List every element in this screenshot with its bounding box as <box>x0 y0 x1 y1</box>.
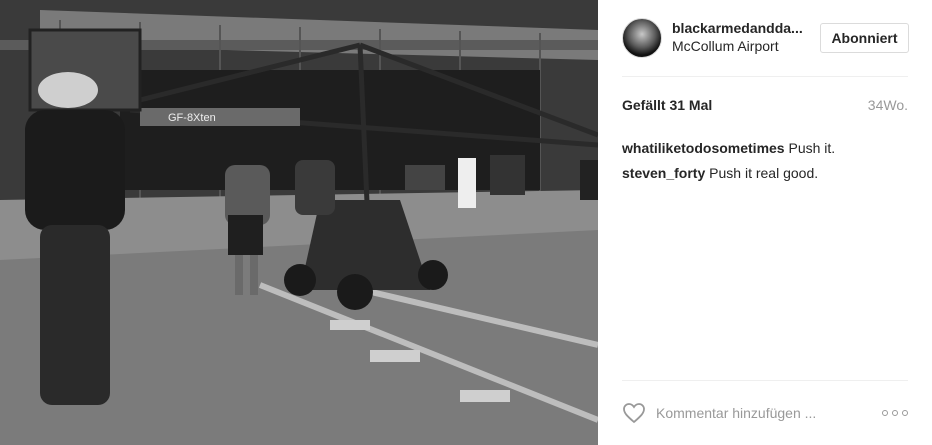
comment-username[interactable]: steven_forty <box>622 165 705 181</box>
dot-icon <box>892 410 898 416</box>
post-photo[interactable]: GF-8Xten <box>0 0 598 445</box>
list-item: whatiliketodosometimes Push it. <box>622 136 908 161</box>
post-header: blackarmedandda... McCollum Airport Abon… <box>622 16 909 60</box>
follow-button[interactable]: Abonniert <box>820 23 909 53</box>
like-count[interactable]: Gefällt 31 Mal <box>622 97 712 113</box>
heart-icon[interactable] <box>622 402 646 424</box>
avatar[interactable] <box>622 18 662 58</box>
post-details-panel: blackarmedandda... McCollum Airport Abon… <box>598 0 932 445</box>
dot-icon <box>882 410 888 416</box>
username-link[interactable]: blackarmedandda... <box>672 20 822 36</box>
list-item: steven_forty Push it real good. <box>622 161 908 186</box>
comment-bar <box>622 395 908 431</box>
crane-label: GF-8Xten <box>168 112 216 124</box>
dot-icon <box>902 410 908 416</box>
post-time[interactable]: 34Wo. <box>868 97 908 113</box>
comment-text: Push it. <box>788 140 836 156</box>
comment-input[interactable] <box>656 402 866 424</box>
more-options-icon[interactable] <box>882 403 908 423</box>
photo-illustration: GF-8Xten <box>0 0 598 445</box>
comment-username[interactable]: whatiliketodosometimes <box>622 140 785 156</box>
footer-divider <box>622 380 908 381</box>
location-link[interactable]: McCollum Airport <box>672 38 779 54</box>
header-divider <box>622 76 908 77</box>
comment-list: whatiliketodosometimes Push it. steven_f… <box>622 136 908 186</box>
comment-text: Push it real good. <box>709 165 819 181</box>
